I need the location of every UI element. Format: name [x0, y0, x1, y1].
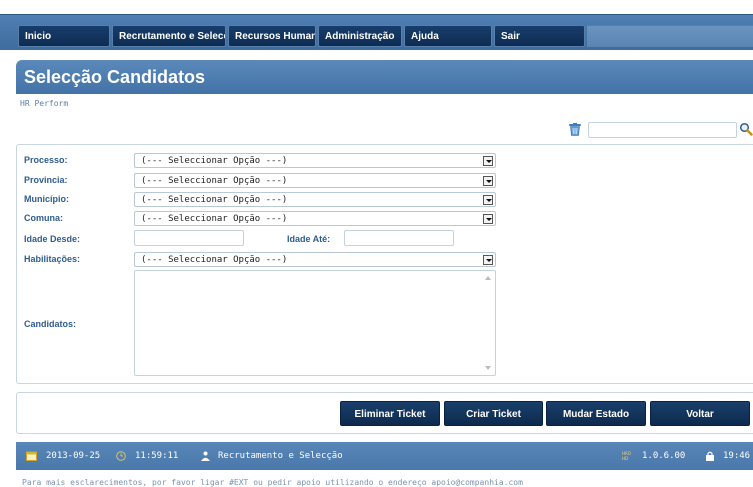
- chevron-down-icon[interactable]: [483, 176, 493, 186]
- idade-ate-label: Idade Até:: [287, 234, 331, 244]
- mudar-estado-button[interactable]: Mudar Estado: [546, 401, 646, 426]
- habilitacoes-select[interactable]: (--- Seleccionar Opção ---): [134, 252, 496, 267]
- processo-select[interactable]: (--- Seleccionar Opção ---): [134, 153, 496, 168]
- scroll-down-icon[interactable]: [485, 366, 491, 370]
- idade-desde-input[interactable]: [134, 230, 244, 246]
- provincia-select[interactable]: (--- Seleccionar Opção ---): [134, 173, 496, 188]
- nav-item-sair[interactable]: Sair: [494, 25, 585, 47]
- breadcrumb: HR Perform: [20, 99, 69, 108]
- comuna-select[interactable]: (--- Seleccionar Opção ---): [134, 211, 496, 226]
- habilitacoes-select-value: (--- Seleccionar Opção ---): [141, 255, 288, 265]
- voltar-button[interactable]: Voltar: [650, 401, 750, 426]
- nav-item-inicio[interactable]: Inicio: [18, 25, 110, 47]
- top-margin: [0, 0, 753, 14]
- processo-label: Processo:: [24, 155, 68, 165]
- status-time: 11:59:11: [135, 451, 179, 461]
- chevron-down-icon[interactable]: [483, 255, 493, 265]
- clock-icon: [116, 451, 126, 464]
- search-input[interactable]: [588, 122, 737, 138]
- provincia-label: Provincia:: [24, 175, 68, 185]
- svg-text:HD: HD: [622, 456, 628, 461]
- nav-item-recursos-humanos[interactable]: Recursos Humanos: [228, 25, 316, 47]
- habilitacoes-label: Habilitações:: [24, 254, 81, 264]
- status-version: 1.0.6.00: [642, 451, 686, 461]
- nav-item-ajuda[interactable]: Ajuda: [404, 25, 492, 47]
- municipio-select[interactable]: (--- Seleccionar Opção ---): [134, 192, 496, 207]
- idade-desde-label: Idade Desde:: [24, 234, 81, 244]
- candidatos-label: Candidatos:: [24, 319, 77, 329]
- scroll-up-icon[interactable]: [485, 276, 491, 280]
- page-header: Selecção Candidatos: [16, 60, 753, 94]
- chevron-down-icon[interactable]: [483, 156, 493, 166]
- search-icon[interactable]: [739, 122, 753, 136]
- page-title: Selecção Candidatos: [24, 67, 206, 87]
- version-icon: HRO HD: [622, 451, 634, 464]
- municipio-label: Município:: [24, 194, 69, 204]
- status-module: Recrutamento e Selecção: [218, 451, 343, 461]
- provincia-select-value: (--- Seleccionar Opção ---): [141, 176, 288, 186]
- users-icon: [200, 451, 211, 464]
- nav-item-recrutamento[interactable]: Recrutamento e Selecção: [112, 25, 226, 47]
- nav-filler: [587, 25, 753, 47]
- nav-item-administracao[interactable]: Administração: [318, 25, 402, 47]
- status-date: 2013-09-25: [46, 451, 101, 461]
- comuna-label: Comuna:: [24, 213, 63, 223]
- processo-select-value: (--- Seleccionar Opção ---): [141, 156, 288, 166]
- main-navigation: Inicio Recrutamento e Selecção Recursos …: [0, 14, 753, 50]
- chevron-down-icon[interactable]: [483, 214, 493, 224]
- comuna-select-value: (--- Seleccionar Opção ---): [141, 214, 288, 224]
- criar-ticket-button[interactable]: Criar Ticket: [444, 401, 543, 426]
- chevron-down-icon[interactable]: [483, 195, 493, 205]
- footer-help-text: Para mais esclarecimentos, por favor lig…: [22, 478, 523, 487]
- lock-icon: [705, 451, 715, 464]
- eliminar-ticket-button[interactable]: Eliminar Ticket: [340, 401, 440, 426]
- status-bar: 2013-09-25 11:59:11 Recrutamento e Selec…: [16, 442, 753, 470]
- trash-icon[interactable]: [569, 123, 581, 136]
- calendar-icon: [26, 451, 37, 464]
- candidatos-list[interactable]: [134, 270, 496, 376]
- status-session-time: 19:46: [723, 451, 751, 461]
- idade-ate-input[interactable]: [344, 230, 454, 246]
- municipio-select-value: (--- Seleccionar Opção ---): [141, 195, 288, 205]
